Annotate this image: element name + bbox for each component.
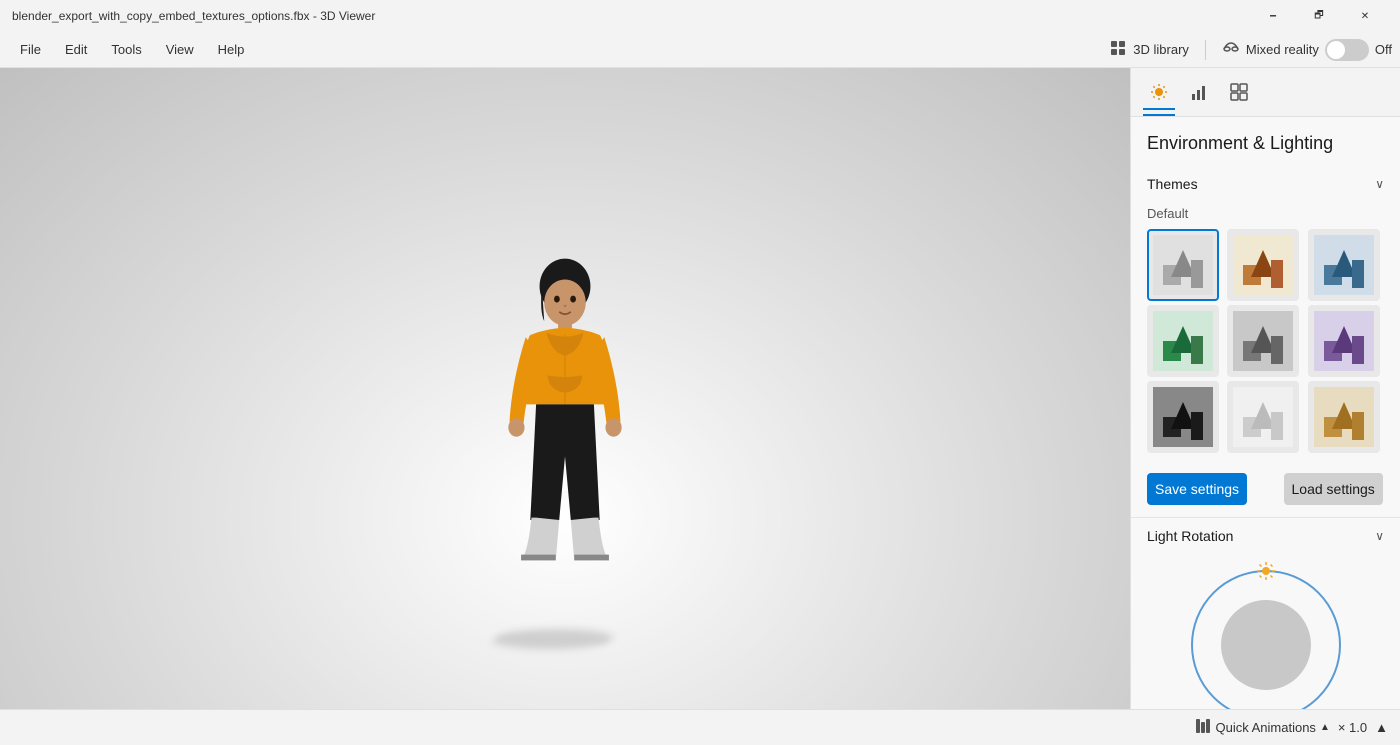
- light-rotation-section: Light Rotation ∨: [1131, 518, 1400, 709]
- scale-chevron-up[interactable]: ▲: [1375, 720, 1388, 735]
- light-rotation-header[interactable]: Light Rotation ∨: [1131, 518, 1400, 554]
- main-content: Environment & Lighting Themes ∨ Default: [0, 68, 1400, 709]
- themes-label: Themes: [1147, 176, 1198, 192]
- quick-animations-chevron: ▲: [1320, 722, 1330, 733]
- theme-item-6[interactable]: [1308, 305, 1380, 377]
- minimize-button[interactable]: 🗕: [1250, 0, 1296, 32]
- toggle-knob: [1327, 41, 1345, 59]
- light-rotation-label: Light Rotation: [1147, 528, 1233, 544]
- themes-section: Themes ∨ Default: [1131, 166, 1400, 518]
- menu-tools[interactable]: Tools: [99, 38, 153, 61]
- mixed-reality-icon: [1222, 39, 1240, 60]
- menu-edit[interactable]: Edit: [53, 38, 99, 61]
- right-panel: Environment & Lighting Themes ∨ Default: [1130, 68, 1400, 709]
- menu-help[interactable]: Help: [206, 38, 257, 61]
- window-title: blender_export_with_copy_embed_textures_…: [12, 9, 1250, 23]
- themes-header[interactable]: Themes ∨: [1131, 166, 1400, 202]
- light-rotation-content: [1131, 554, 1400, 709]
- menu-file[interactable]: File: [8, 38, 53, 61]
- close-button[interactable]: ✕: [1342, 0, 1388, 32]
- mixed-reality-toggle[interactable]: [1325, 39, 1369, 61]
- theme-item-4[interactable]: [1147, 305, 1219, 377]
- panel-tabs: [1131, 68, 1400, 117]
- themes-chevron: ∨: [1375, 177, 1384, 191]
- theme-item-2[interactable]: [1227, 229, 1299, 301]
- sun-icon: [1255, 560, 1277, 587]
- character-shadow: [489, 629, 616, 649]
- theme-item-7[interactable]: [1147, 381, 1219, 453]
- theme-item-5[interactable]: [1227, 305, 1299, 377]
- save-settings-button[interactable]: Save settings: [1147, 473, 1247, 505]
- window-controls: 🗕 🗗 ✕: [1250, 0, 1388, 32]
- theme-item-9[interactable]: [1308, 381, 1380, 453]
- 3d-library-icon: [1109, 39, 1127, 60]
- menu-view[interactable]: View: [154, 38, 206, 61]
- theme-item-8[interactable]: [1227, 381, 1299, 453]
- quick-animations-label: Quick Animations: [1216, 720, 1316, 735]
- separator: [1205, 40, 1206, 60]
- tab-grid[interactable]: [1223, 76, 1255, 108]
- restore-button[interactable]: 🗗: [1296, 0, 1342, 32]
- load-settings-button[interactable]: Load settings: [1284, 473, 1383, 505]
- menubar: File Edit Tools View Help 3D library: [0, 32, 1400, 68]
- theme-item-3[interactable]: [1308, 229, 1380, 301]
- theme-item-1[interactable]: [1147, 229, 1219, 301]
- character-figure: [475, 254, 655, 624]
- scale-value: × 1.0: [1338, 720, 1367, 735]
- 3d-library-label: 3D library: [1133, 42, 1189, 57]
- mixed-reality-button[interactable]: Mixed reality Off: [1222, 39, 1392, 61]
- toggle-state-label: Off: [1375, 42, 1392, 57]
- 3d-library-button[interactable]: 3D library: [1109, 39, 1189, 60]
- 3d-viewport[interactable]: [0, 68, 1130, 709]
- tab-lighting[interactable]: [1143, 76, 1175, 108]
- themes-default-label: Default: [1131, 202, 1400, 229]
- mixed-reality-label: Mixed reality: [1246, 42, 1319, 57]
- tab-stats[interactable]: [1183, 76, 1215, 108]
- character-container: [465, 249, 665, 629]
- titlebar: blender_export_with_copy_embed_textures_…: [0, 0, 1400, 32]
- rotation-dial[interactable]: [1191, 570, 1341, 709]
- quick-animations-icon: [1194, 717, 1212, 738]
- theme-grid: [1131, 229, 1400, 465]
- bottom-bar: Quick Animations ▲ × 1.0 ▲: [0, 709, 1400, 745]
- panel-section-title: Environment & Lighting: [1131, 117, 1400, 166]
- menubar-right: 3D library Mixed reality Off: [1109, 39, 1392, 61]
- light-rotation-chevron: ∨: [1375, 529, 1384, 543]
- quick-animations-button[interactable]: Quick Animations ▲: [1194, 717, 1330, 738]
- dial-inner-sphere: [1221, 600, 1311, 690]
